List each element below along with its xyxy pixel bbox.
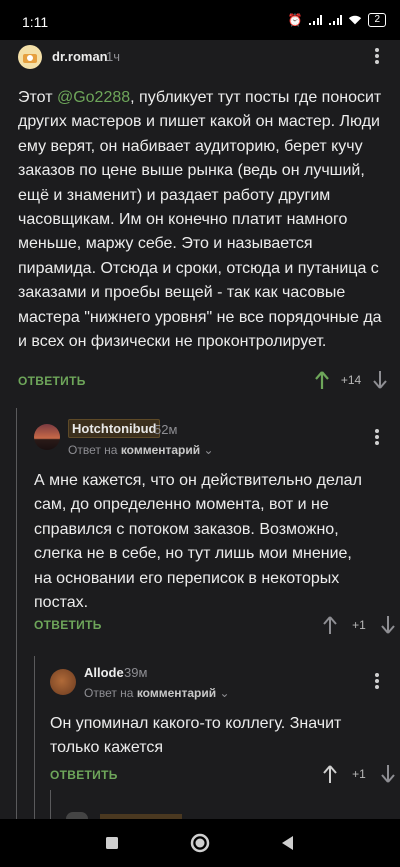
avatar[interactable] — [50, 669, 76, 695]
vote-controls: +1 — [322, 615, 396, 635]
signal-icon — [329, 15, 343, 25]
arrow-up-icon[interactable] — [322, 764, 338, 784]
next-comment-avatar — [66, 812, 88, 819]
reply-button[interactable]: ОТВЕТИТЬ — [34, 618, 102, 632]
comment-text: А мне кажется, что он действительно дела… — [34, 472, 362, 612]
reply-to-link[interactable]: Ответ на комментарий ⌄ — [68, 443, 214, 457]
status-time: 1:11 — [22, 14, 49, 30]
user-mention-link[interactable]: @Go2288 — [57, 89, 130, 106]
reply-button[interactable]: ОТВЕТИТЬ — [18, 374, 86, 388]
kebab-menu-icon[interactable] — [371, 672, 383, 692]
comment-text: Этот @Go2288, публикует тут посты где по… — [18, 89, 382, 351]
chevron-down-icon[interactable]: ⌄ — [220, 686, 230, 700]
reply-to-link[interactable]: Ответ на комментарий ⌄ — [84, 686, 230, 700]
username[interactable]: dr.roman — [52, 49, 108, 64]
system-nav-bar — [0, 819, 400, 867]
username[interactable]: Hotchtonibud — [68, 419, 161, 438]
arrow-down-icon[interactable] — [380, 764, 396, 784]
nav-back-icon[interactable] — [277, 832, 299, 854]
avatar[interactable] — [18, 45, 42, 69]
reply-button[interactable]: ОТВЕТИТЬ — [50, 768, 118, 782]
arrow-down-icon[interactable] — [372, 370, 388, 390]
thread-line — [34, 656, 35, 819]
thread-line — [50, 790, 51, 819]
score: +1 — [352, 618, 366, 632]
avatar[interactable] — [34, 424, 60, 450]
comment-time: 39м — [124, 665, 148, 680]
battery-icon: 2 — [368, 13, 386, 27]
vote-controls: +14 — [314, 370, 388, 390]
alarm-icon: ⏰ — [287, 13, 303, 27]
status-icons: ⏰ 2 — [287, 13, 386, 27]
arrow-up-icon[interactable] — [322, 615, 338, 635]
score: +1 — [352, 767, 366, 781]
kebab-menu-icon[interactable] — [371, 428, 383, 448]
comment-text: Он упоминал какого-то коллегу. Значит то… — [50, 715, 342, 757]
kebab-menu-icon[interactable] — [371, 47, 383, 67]
signal-icon — [309, 15, 323, 25]
comment-time: 52м — [154, 422, 178, 437]
nav-recents-icon[interactable] — [101, 832, 123, 854]
status-bar: 1:11 ⏰ 2 — [0, 0, 400, 40]
score: +14 — [340, 373, 362, 387]
thread-line — [16, 408, 17, 819]
arrow-up-icon[interactable] — [314, 370, 330, 390]
comment-time: 1ч — [106, 49, 121, 64]
username[interactable]: Allode — [84, 665, 124, 680]
vote-controls: +1 — [322, 764, 396, 784]
nav-home-icon[interactable] — [189, 832, 211, 854]
wifi-icon — [349, 15, 362, 25]
arrow-down-icon[interactable] — [380, 615, 396, 635]
chevron-down-icon[interactable]: ⌄ — [204, 443, 214, 457]
